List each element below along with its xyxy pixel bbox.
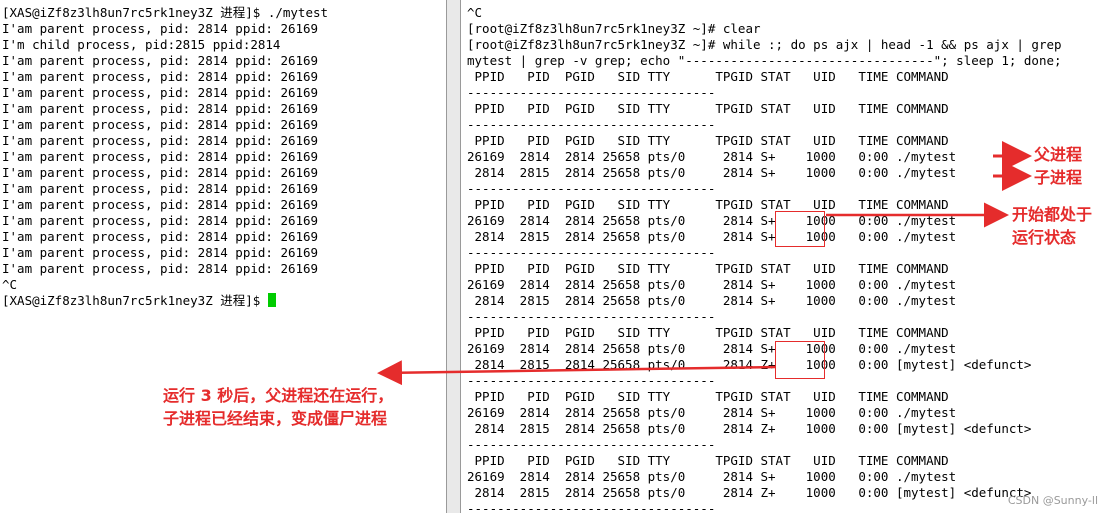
right-terminal-line: PPID PID PGID SID TTY TPGID STAT UID TIM… — [467, 133, 949, 148]
left-terminal-line: I'am parent process, pid: 2814 ppid: 261… — [2, 181, 319, 196]
right-terminal-line: mytest | grep -v grep; echo "-----------… — [467, 53, 1062, 68]
left-terminal-line: I'am parent process, pid: 2814 ppid: 261… — [2, 53, 319, 68]
terminal-cursor — [267, 293, 276, 307]
right-terminal-line: PPID PID PGID SID TTY TPGID STAT UID TIM… — [467, 325, 949, 340]
annotation-child-process: 子进程 — [1034, 168, 1083, 187]
right-terminal-line: 2814 2815 2814 25658 pts/0 2814 Z+ 1000 … — [467, 421, 1032, 436]
pane-divider[interactable] — [447, 0, 460, 513]
right-terminal-line: --------------------------------- — [467, 181, 716, 196]
annotation-zombie-line2: 子进程已经结束，变成僵尸进程 — [163, 408, 388, 430]
right-terminal-line: PPID PID PGID SID TTY TPGID STAT UID TIM… — [467, 101, 949, 116]
left-terminal-line: I'am parent process, pid: 2814 ppid: 261… — [2, 261, 319, 276]
left-terminal-output: [XAS@iZf8z3lh8un7rc5rk1ney3Z 进程]$ ./myte… — [0, 0, 446, 309]
right-terminal-line: PPID PID PGID SID TTY TPGID STAT UID TIM… — [467, 261, 949, 276]
stat-highlight-box-zombie — [775, 341, 825, 379]
left-terminal-line: I'am parent process, pid: 2814 ppid: 261… — [2, 245, 319, 260]
left-terminal-line: ^C — [2, 277, 18, 292]
left-terminal-line: I'am parent process, pid: 2814 ppid: 261… — [2, 21, 319, 36]
left-terminal-pane[interactable]: [XAS@iZf8z3lh8un7rc5rk1ney3Z 进程]$ ./myte… — [0, 0, 447, 513]
left-terminal-line: I'am parent process, pid: 2814 ppid: 261… — [2, 165, 319, 180]
right-terminal-line: --------------------------------- — [467, 117, 716, 132]
right-terminal-line: --------------------------------- — [467, 85, 716, 100]
left-terminal-line: I'am parent process, pid: 2814 ppid: 261… — [2, 101, 319, 116]
left-terminal-line: I'am parent process, pid: 2814 ppid: 261… — [2, 229, 319, 244]
right-terminal-line: 26169 2814 2814 25658 pts/0 2814 S+ 1000… — [467, 277, 957, 292]
left-terminal-line: I'am parent process, pid: 2814 ppid: 261… — [2, 149, 319, 164]
right-terminal-line: 26169 2814 2814 25658 pts/0 2814 S+ 1000… — [467, 405, 957, 420]
left-terminal-line: [XAS@iZf8z3lh8un7rc5rk1ney3Z 进程]$ ./myte… — [2, 5, 329, 20]
annotation-zombie-line1: 运行 3 秒后，父进程还在运行， — [163, 385, 394, 407]
left-terminal-line: I'am parent process, pid: 2814 ppid: 261… — [2, 133, 319, 148]
left-terminal-line: I'am parent process, pid: 2814 ppid: 261… — [2, 85, 319, 100]
left-terminal-prompt[interactable]: [XAS@iZf8z3lh8un7rc5rk1ney3Z 进程]$ — [2, 293, 446, 309]
left-terminal-line: I'm child process, pid:2815 ppid:2814 — [2, 37, 281, 52]
right-terminal-line: --------------------------------- — [467, 437, 716, 452]
stat-highlight-box-running — [775, 211, 825, 247]
prompt-text: [XAS@iZf8z3lh8un7rc5rk1ney3Z 进程]$ — [2, 293, 268, 308]
right-terminal-line: PPID PID PGID SID TTY TPGID STAT UID TIM… — [467, 69, 949, 84]
annotation-parent-process: 父进程 — [1034, 145, 1083, 164]
watermark: CSDN @Sunny-ll — [1007, 494, 1098, 507]
left-terminal-line: I'am parent process, pid: 2814 ppid: 261… — [2, 197, 319, 212]
right-terminal-line: --------------------------------- — [467, 309, 716, 324]
right-terminal-line: [root@iZf8z3lh8un7rc5rk1ney3Z ~]# while … — [467, 37, 1062, 52]
right-terminal-pane[interactable]: ^C [root@iZf8z3lh8un7rc5rk1ney3Z ~]# clea… — [460, 0, 1112, 513]
annotation-running-state-line1: 开始都处于 — [1012, 205, 1093, 224]
left-terminal-line: I'am parent process, pid: 2814 ppid: 261… — [2, 213, 319, 228]
left-terminal-line: I'am parent process, pid: 2814 ppid: 261… — [2, 69, 319, 84]
right-terminal-line: 26169 2814 2814 25658 pts/0 2814 S+ 1000… — [467, 149, 957, 164]
right-terminal-line: PPID PID PGID SID TTY TPGID STAT UID TIM… — [467, 453, 949, 468]
right-terminal-line: 2814 2815 2814 25658 pts/0 2814 S+ 1000 … — [467, 293, 957, 308]
right-terminal-output: ^C [root@iZf8z3lh8un7rc5rk1ney3Z ~]# clea… — [461, 0, 1112, 513]
right-terminal-line: ^C — [467, 5, 483, 20]
right-terminal-line: 26169 2814 2814 25658 pts/0 2814 S+ 1000… — [467, 469, 957, 484]
right-terminal-line: [root@iZf8z3lh8un7rc5rk1ney3Z ~]# clear — [467, 21, 761, 36]
right-terminal-line: 2814 2815 2814 25658 pts/0 2814 S+ 1000 … — [467, 165, 957, 180]
right-terminal-line: PPID PID PGID SID TTY TPGID STAT UID TIM… — [467, 389, 949, 404]
annotation-running-state-line2: 运行状态 — [1012, 228, 1077, 247]
left-terminal-line: I'am parent process, pid: 2814 ppid: 261… — [2, 117, 319, 132]
